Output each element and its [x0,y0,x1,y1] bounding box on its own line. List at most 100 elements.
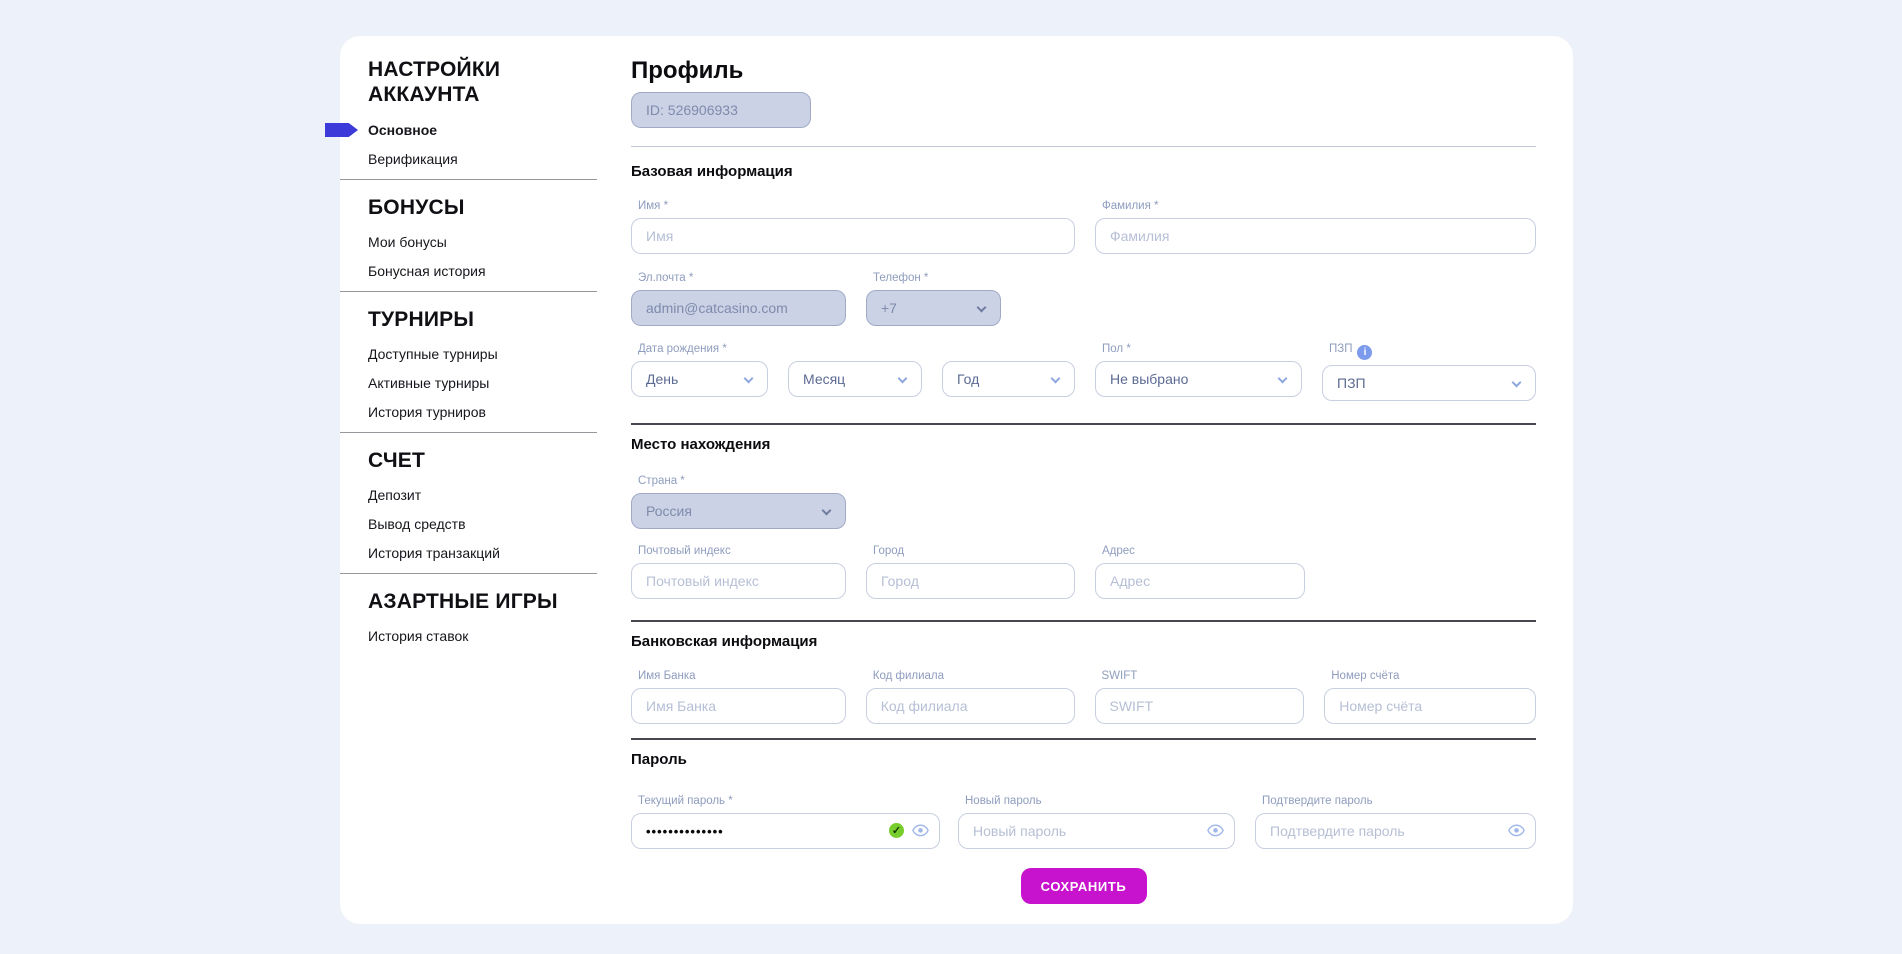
current-password-label: Текущий пароль * [631,795,940,808]
section-divider [631,738,1536,740]
bank-name-label: Имя Банка [631,670,846,683]
sidebar-item-verification[interactable]: Верификация [368,150,458,168]
swift-field-group: SWIFT [1095,670,1305,724]
gender-label: Пол * [1095,343,1302,356]
eye-icon[interactable] [1508,824,1525,842]
basic-info-heading: Базовая информация [631,163,1536,181]
gender-field-group: Пол * Не выбрано [1095,343,1302,401]
phone-label: Телефон * [866,272,1001,285]
pep-select[interactable]: ПЗП [1322,365,1536,401]
phone-field-group: Телефон * +7 [866,272,1001,326]
eye-icon[interactable] [912,824,929,842]
birth-year-select[interactable]: Год [942,361,1075,397]
current-password-field-group: Текущий пароль * ✓ [631,795,940,849]
sidebar-item-label: Верификация [368,151,458,167]
account-number-field-group: Номер счёта [1324,670,1536,724]
birth-year-field-group: Год [942,343,1075,401]
location-heading: Место нахождения [631,436,1536,454]
valid-check-icon: ✓ [889,823,904,838]
sidebar-divider [340,179,597,180]
last-name-label: Фамилия * [1095,200,1536,213]
sidebar-item-my-bonuses[interactable]: Мои бонусы [368,233,447,251]
sidebar-item-available-tournaments[interactable]: Доступные турниры [368,345,498,363]
sidebar-item-bonus-history[interactable]: Бонусная история [368,262,486,280]
new-password-input[interactable] [958,813,1235,849]
sidebar-title: НАСТРОЙКИ АККАУНТА [368,57,543,107]
profile-main: Профиль ID: 526906933 Базовая информация… [631,36,1536,924]
last-name-field-group: Фамилия * [1095,200,1536,254]
save-button[interactable]: СОХРАНИТЬ [1021,868,1147,904]
sidebar-heading-bonuses: БОНУСЫ [368,197,597,219]
chevron-down-icon [822,506,832,516]
birth-day-select[interactable]: День [631,361,768,397]
section-divider [631,146,1536,147]
new-password-field-group: Новый пароль [958,795,1235,849]
birth-month-value: Месяц [803,371,845,387]
chevron-down-icon [1051,374,1061,384]
bank-name-input[interactable] [631,688,846,724]
city-field-group: Город [866,545,1075,599]
chevron-down-icon [977,303,987,313]
sidebar-heading-gambling: АЗАРТНЫЕ ИГРЫ [368,591,597,613]
sidebar-item-main[interactable]: Основное [368,121,437,139]
confirm-password-label: Подтвердите пароль [1255,795,1536,808]
birth-month-select[interactable]: Месяц [788,361,922,397]
section-divider [631,620,1536,622]
sidebar-item-label: Доступные турниры [368,346,498,362]
last-name-input[interactable] [1095,218,1536,254]
swift-input[interactable] [1095,688,1305,724]
country-label: Страна * [631,475,846,488]
sidebar-item-deposit[interactable]: Депозит [368,486,421,504]
account-number-label: Номер счёта [1324,670,1536,683]
sidebar-item-label: История транзакций [368,545,500,561]
city-input[interactable] [866,563,1075,599]
postal-code-field-group: Почтовый индекс [631,545,846,599]
bank-info-heading: Банковская информация [631,633,1536,651]
address-field-group: Адрес [1095,545,1305,599]
first-name-field-group: Имя * [631,200,1075,254]
phone-code-select: +7 [866,290,1001,326]
email-input [631,290,846,326]
gender-value: Не выбрано [1110,371,1188,387]
chevron-down-icon [1278,374,1288,384]
branch-code-input[interactable] [866,688,1075,724]
sidebar-item-withdrawal[interactable]: Вывод средств [368,515,466,533]
birth-date-label: Дата рождения * [631,343,768,356]
sidebar-item-label: Основное [368,122,437,138]
sidebar-divider [340,432,597,433]
sidebar-item-tournament-history[interactable]: История турниров [368,403,486,421]
pep-field-group: ПЗП i ПЗП [1322,343,1536,401]
branch-code-field-group: Код филиала [866,670,1075,724]
sidebar-item-label: История ставок [368,628,468,644]
gender-select[interactable]: Не выбрано [1095,361,1302,397]
sidebar-item-transaction-history[interactable]: История транзакций [368,544,500,562]
profile-id-field: ID: 526906933 [631,92,811,128]
birth-day-field-group: Дата рождения * День [631,343,768,401]
pep-label: ПЗП i [1322,343,1536,360]
chevron-down-icon [744,374,754,384]
info-icon[interactable]: i [1357,345,1372,360]
address-input[interactable] [1095,563,1305,599]
country-select: Россия [631,493,846,529]
sidebar-item-active-tournaments[interactable]: Активные турниры [368,374,489,392]
account-number-input[interactable] [1324,688,1536,724]
chevron-down-icon [898,374,908,384]
phone-code-value: +7 [881,300,897,316]
address-label: Адрес [1095,545,1305,558]
birth-day-value: День [646,371,678,387]
sidebar-item-label: Активные турниры [368,375,489,391]
password-heading: Пароль [631,751,1536,769]
birth-month-field-group: Месяц [788,343,922,401]
postal-code-input[interactable] [631,563,846,599]
pep-label-text: ПЗП [1329,343,1352,355]
birth-year-value: Год [957,371,979,387]
sidebar-heading-tournaments: ТУРНИРЫ [368,309,597,331]
sidebar-item-bet-history[interactable]: История ставок [368,627,468,645]
first-name-input[interactable] [631,218,1075,254]
eye-icon[interactable] [1207,824,1224,842]
country-field-group: Страна * Россия [631,475,846,529]
sidebar-divider [340,291,597,292]
confirm-password-input[interactable] [1255,813,1536,849]
new-password-label: Новый пароль [958,795,1235,808]
bank-name-field-group: Имя Банка [631,670,846,724]
